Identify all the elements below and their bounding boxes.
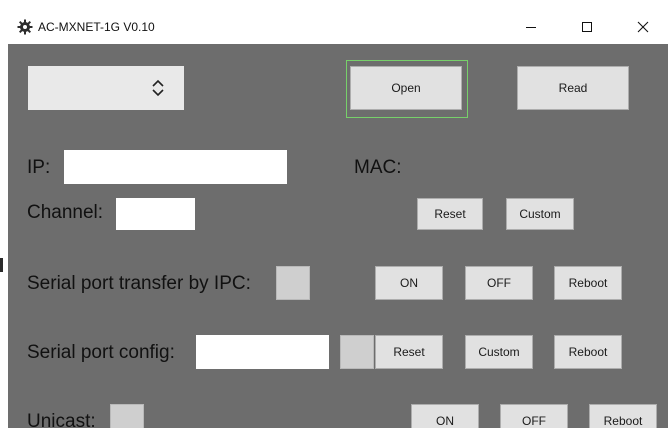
serial-transfer-on-button[interactable]: ON [375, 266, 443, 300]
mac-label: MAC: [354, 157, 402, 178]
open-button[interactable]: Open [350, 66, 462, 110]
serial-config-field[interactable] [196, 335, 329, 369]
unicast-on-button[interactable]: ON [411, 404, 479, 428]
unicast-off-button[interactable]: OFF [500, 404, 568, 428]
serial-transfer-checkbox[interactable] [276, 266, 310, 300]
window-title: AC-MXNET-1G V0.10 [38, 20, 155, 34]
minimize-button[interactable] [508, 10, 554, 44]
channel-field[interactable] [116, 198, 195, 230]
channel-label: Channel: [27, 202, 104, 223]
channel-custom-button[interactable]: Custom [506, 198, 574, 230]
unicast-checkbox[interactable] [110, 404, 144, 428]
close-button[interactable] [620, 10, 666, 44]
ip-label: IP: [27, 157, 51, 178]
serial-transfer-reboot-button[interactable]: Reboot [554, 266, 622, 300]
close-icon [637, 21, 649, 33]
gear-icon [17, 19, 33, 35]
port-select[interactable] [28, 66, 184, 110]
up-down-chevron-icon [152, 79, 164, 97]
read-button[interactable]: Read [517, 66, 629, 110]
serial-transfer-off-button[interactable]: OFF [465, 266, 533, 300]
title-bar: AC-MXNET-1G V0.10 [8, 10, 668, 45]
serial-transfer-label: Serial port transfer by IPC: [27, 273, 251, 294]
minimize-icon [526, 27, 536, 28]
serial-config-checkbox[interactable] [340, 335, 374, 369]
serial-config-reboot-button[interactable]: Reboot [554, 335, 622, 369]
maximize-button[interactable] [564, 10, 610, 44]
unicast-label: Unicast: [27, 411, 96, 428]
main-panel: Open Read IP: MAC: Channel: Reset Custom… [8, 44, 668, 428]
serial-config-reset-button[interactable]: Reset [375, 335, 443, 369]
ip-field[interactable] [64, 150, 287, 184]
maximize-icon [582, 22, 592, 32]
serial-config-label: Serial port config: [27, 342, 175, 363]
unicast-reboot-button[interactable]: Reboot [589, 404, 657, 428]
channel-reset-button[interactable]: Reset [417, 198, 483, 230]
serial-config-custom-button[interactable]: Custom [465, 335, 533, 369]
window-edge-mark [0, 258, 3, 272]
